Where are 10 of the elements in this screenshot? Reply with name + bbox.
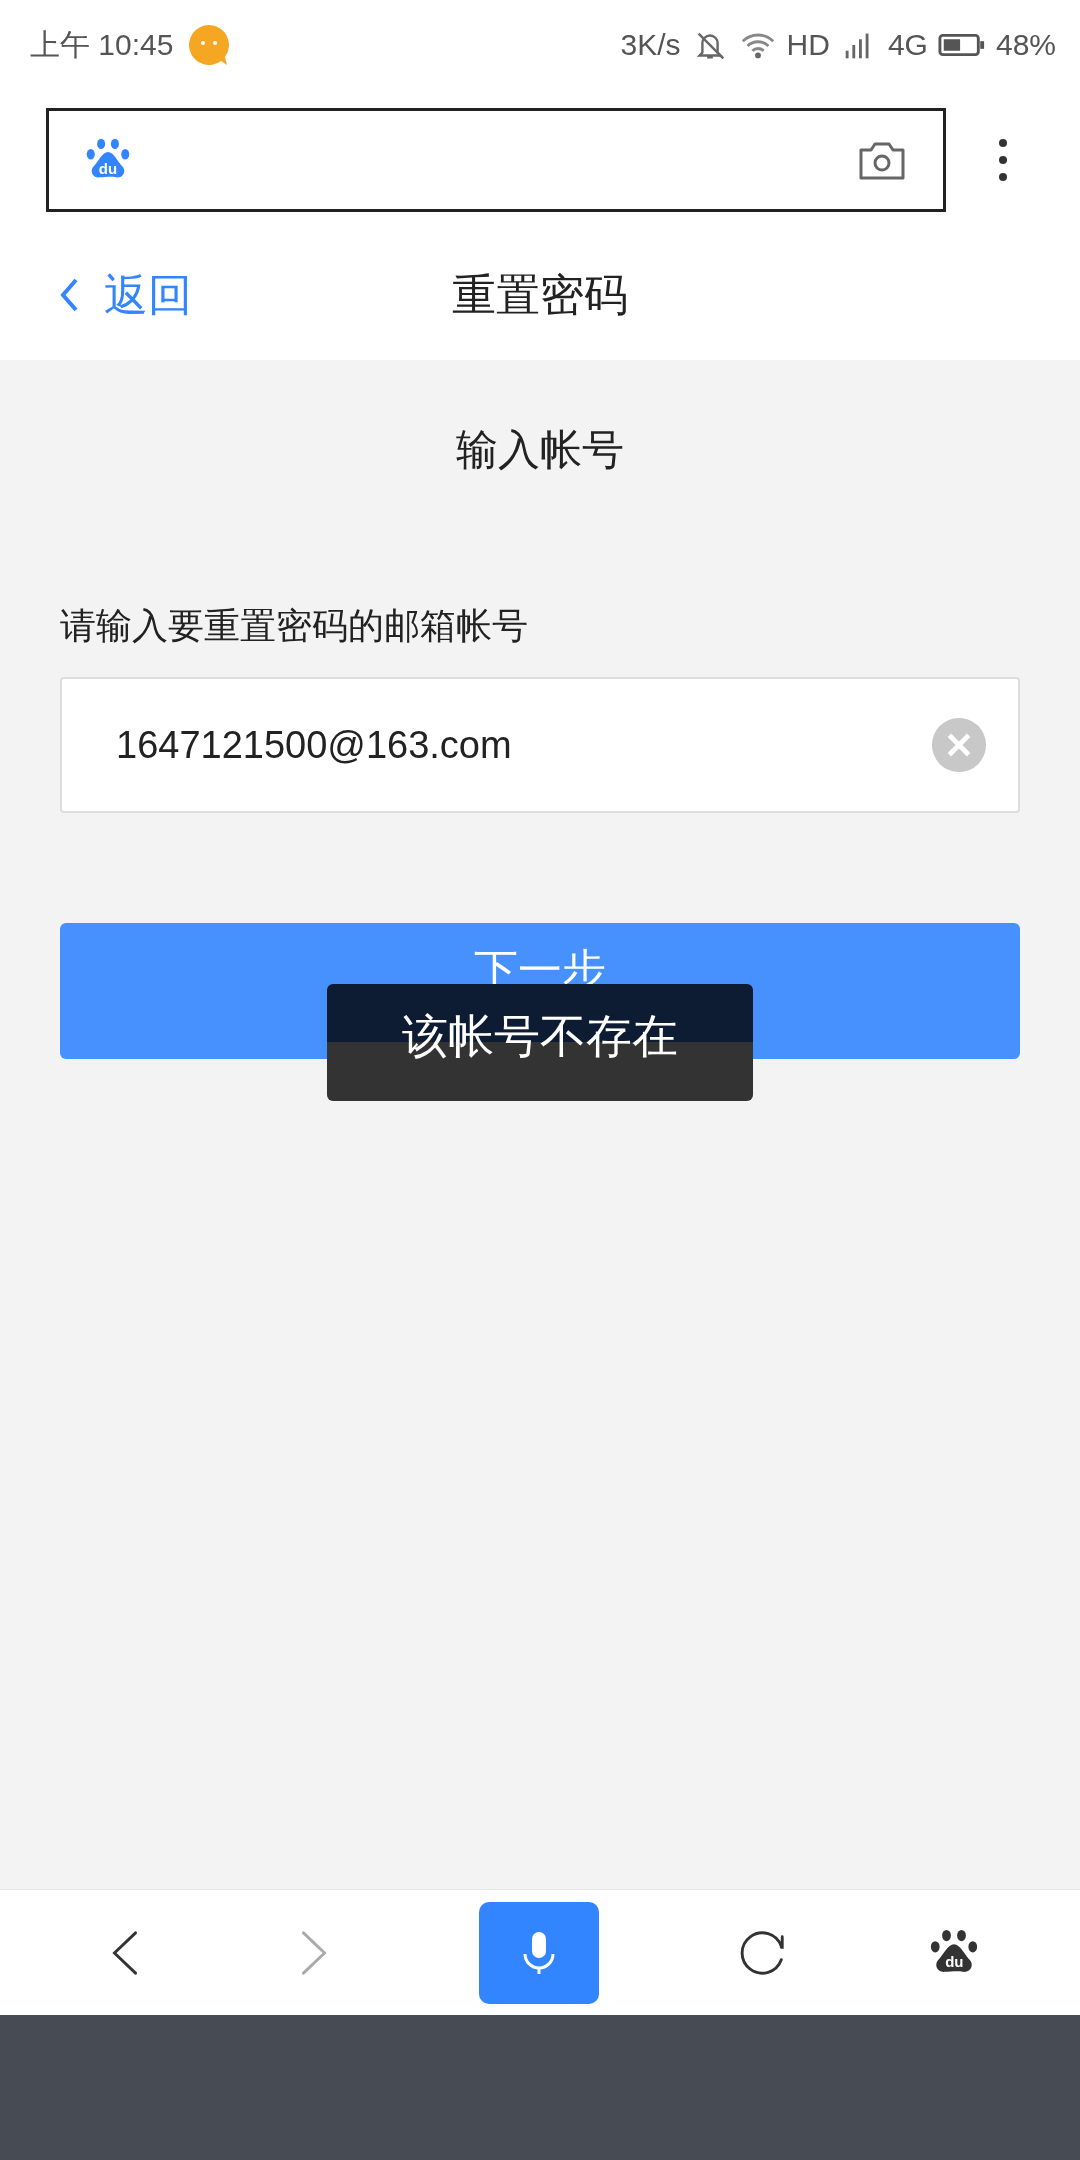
field-label: 请输入要重置密码的邮箱帐号 (60, 604, 529, 648)
error-toast: 该帐号不存在 (327, 984, 753, 1101)
section-heading: 输入帐号 (455, 425, 625, 475)
network-speed: 3K/s (620, 28, 681, 62)
page-title: 重置密码 (452, 268, 628, 321)
battery-percent: 48% (995, 28, 1056, 62)
status-time: 上午 10:45 (30, 26, 174, 63)
hd-label: HD (786, 28, 830, 62)
network-type: 4G (887, 28, 928, 62)
paw-logo: du (85, 137, 131, 183)
